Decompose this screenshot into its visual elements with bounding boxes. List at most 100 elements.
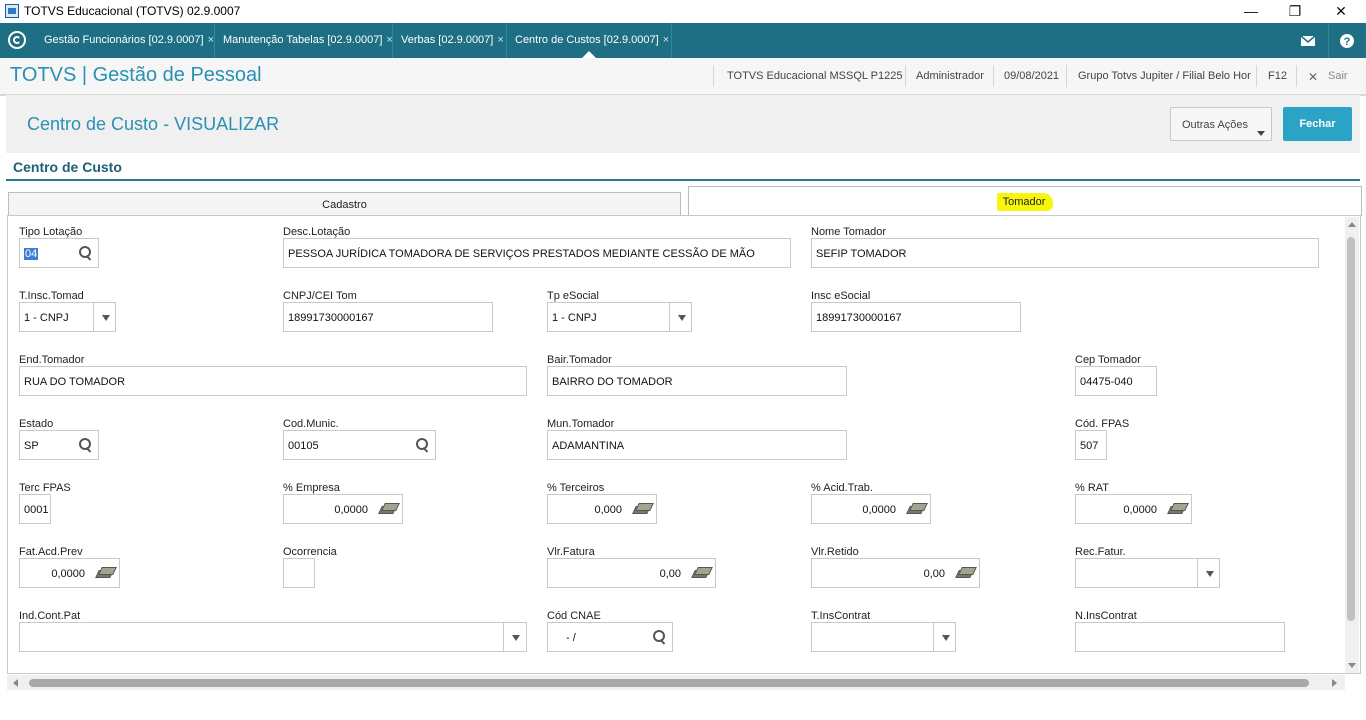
totvs-logo-icon[interactable]: [8, 31, 26, 49]
pct-empresa-input[interactable]: 0,0000: [283, 494, 403, 524]
tab-centro-de-custos[interactable]: Centro de Custos [02.9.0007] ×: [507, 23, 672, 58]
insc-esocial-input[interactable]: 18991730000167: [811, 302, 1021, 332]
calculator-icon[interactable]: [955, 567, 977, 579]
rec-fatur-select[interactable]: [1075, 558, 1220, 588]
vlr-fatura-input[interactable]: 0,00: [547, 558, 716, 588]
tab-gestao-funcionarios[interactable]: Gestão Funcionários [02.9.0007] ×: [36, 23, 215, 58]
close-icon[interactable]: ×: [663, 34, 669, 46]
close-icon[interactable]: ×: [386, 34, 392, 46]
close-icon[interactable]: ×: [208, 34, 214, 46]
ind-cont-pat-select[interactable]: [19, 622, 527, 652]
field-value: 04: [24, 248, 39, 260]
mun-tomador-input[interactable]: ADAMANTINA: [547, 430, 847, 460]
module-tab-bar: Gestão Funcionários [02.9.0007] × Manuten…: [0, 23, 1366, 58]
calculator-icon[interactable]: [378, 503, 400, 515]
shortcut-label[interactable]: F12: [1268, 70, 1287, 84]
field-label: End.Tomador: [19, 354, 85, 366]
tab-label: Tomador: [996, 193, 1054, 211]
cod-cnae-input[interactable]: - /: [547, 622, 673, 652]
tab-cadastro[interactable]: Cadastro: [8, 192, 681, 216]
scroll-left-icon[interactable]: [13, 679, 18, 687]
tab-verbas[interactable]: Verbas [02.9.0007] ×: [393, 23, 507, 58]
scroll-down-icon[interactable]: [1348, 663, 1356, 668]
chevron-down-icon: [678, 315, 686, 321]
user-label[interactable]: Administrador: [916, 70, 984, 84]
search-icon[interactable]: [78, 245, 94, 261]
terc-fpas-input[interactable]: 0001: [19, 494, 51, 524]
tab-label: Gestão Funcionários [02.9.0007]: [44, 34, 204, 46]
cod-munic-input[interactable]: 00105: [283, 430, 436, 460]
field-label: Rec.Fatur.: [1075, 546, 1126, 558]
date-label[interactable]: 09/08/2021: [1004, 70, 1059, 84]
calculator-icon[interactable]: [95, 567, 117, 579]
section-header: Centro de Custo: [6, 153, 1360, 181]
minimize-button[interactable]: —: [1228, 0, 1274, 23]
divider: [993, 65, 994, 87]
scroll-right-icon[interactable]: [1332, 679, 1337, 687]
divider: [1296, 65, 1297, 87]
fat-acd-prev-input[interactable]: 0,0000: [19, 558, 120, 588]
field-label: N.InsContrat: [1075, 610, 1137, 622]
field-label: Tp eSocial: [547, 290, 599, 302]
calculator-icon[interactable]: [632, 503, 654, 515]
field-label: T.Insc.Tomad: [19, 290, 84, 302]
other-actions-button[interactable]: Outras Ações: [1170, 107, 1272, 141]
pct-terceiros-input[interactable]: 0,000: [547, 494, 657, 524]
scrollbar-thumb[interactable]: [29, 679, 1309, 687]
cod-fpas-input[interactable]: 507: [1075, 430, 1107, 460]
ocorrencia-input[interactable]: [283, 558, 315, 588]
scroll-up-icon[interactable]: [1348, 222, 1356, 227]
divider: [905, 65, 906, 87]
nome-tomador-input[interactable]: SEFIP TOMADOR: [811, 238, 1319, 268]
close-icon[interactable]: ×: [497, 34, 503, 46]
field-label: Cód CNAE: [547, 610, 601, 622]
calculator-icon[interactable]: [691, 567, 713, 579]
field-label: Ind.Cont.Pat: [19, 610, 81, 622]
help-icon[interactable]: ?: [1339, 33, 1355, 49]
pct-rat-input[interactable]: 0,0000: [1075, 494, 1192, 524]
app-title: TOTVS | Gestão de Pessoal: [10, 64, 262, 86]
search-icon[interactable]: [415, 437, 431, 453]
maximize-button[interactable]: ❐: [1272, 0, 1318, 23]
exit-icon[interactable]: ✕: [1308, 70, 1318, 84]
estado-input[interactable]: SP: [19, 430, 99, 460]
t-inscontrat-select[interactable]: [811, 622, 956, 652]
search-icon[interactable]: [78, 437, 94, 453]
field-label: Cód. FPAS: [1075, 418, 1130, 430]
cep-tomador-input[interactable]: 04475-040: [1075, 366, 1157, 396]
calculator-icon[interactable]: [906, 503, 928, 515]
tipo-lotacao-input[interactable]: 04: [19, 238, 99, 268]
page-heading: Centro de Custo - VISUALIZAR Outras Açõe…: [6, 95, 1360, 153]
field-label: Cod.Munic.: [283, 418, 339, 430]
mail-icon[interactable]: [1300, 33, 1316, 49]
app-header: TOTVS | Gestão de Pessoal TOTVS Educacio…: [0, 58, 1366, 96]
field-label: Ocorrencia: [283, 546, 337, 558]
end-tomador-input[interactable]: RUA DO TOMADOR: [19, 366, 527, 396]
page-title: Centro de Custo - VISUALIZAR: [27, 114, 280, 134]
bair-tomador-input[interactable]: BAIRRO DO TOMADOR: [547, 366, 847, 396]
exit-button[interactable]: Sair: [1328, 70, 1348, 84]
cnpj-cei-tom-input[interactable]: 18991730000167: [283, 302, 493, 332]
field-label: Vlr.Retido: [811, 546, 859, 558]
close-button[interactable]: Fechar: [1283, 107, 1352, 141]
tab-tomador[interactable]: Tomador: [688, 186, 1362, 216]
desc-lotacao-input[interactable]: PESSOA JURÍDICA TOMADORA DE SERVIÇOS PRE…: [283, 238, 791, 268]
app-icon: [5, 4, 19, 18]
calculator-icon[interactable]: [1167, 503, 1189, 515]
n-inscontrat-input[interactable]: [1075, 622, 1285, 652]
tp-esocial-select[interactable]: 1 - CNPJ: [547, 302, 692, 332]
t-insc-tomad-select[interactable]: 1 - CNPJ: [19, 302, 116, 332]
search-icon[interactable]: [652, 629, 668, 645]
close-window-button[interactable]: ✕: [1318, 0, 1364, 23]
vlr-retido-input[interactable]: 0,00: [811, 558, 980, 588]
vertical-scrollbar[interactable]: [1345, 217, 1359, 673]
pct-acid-trab-input[interactable]: 0,0000: [811, 494, 931, 524]
field-label: Nome Tomador: [811, 226, 886, 238]
tab-manutencao-tabelas[interactable]: Manutenção Tabelas [02.9.0007] ×: [215, 23, 393, 58]
window-titlebar: TOTVS Educacional (TOTVS) 02.9.0007 — ❐ …: [0, 0, 1366, 23]
divider: [713, 65, 714, 87]
branch-label[interactable]: Grupo Totvs Jupiter / Filial Belo Hor: [1078, 70, 1251, 84]
field-label: CNPJ/CEI Tom: [283, 290, 357, 302]
horizontal-scrollbar[interactable]: [7, 675, 1345, 690]
scrollbar-thumb[interactable]: [1347, 237, 1355, 621]
